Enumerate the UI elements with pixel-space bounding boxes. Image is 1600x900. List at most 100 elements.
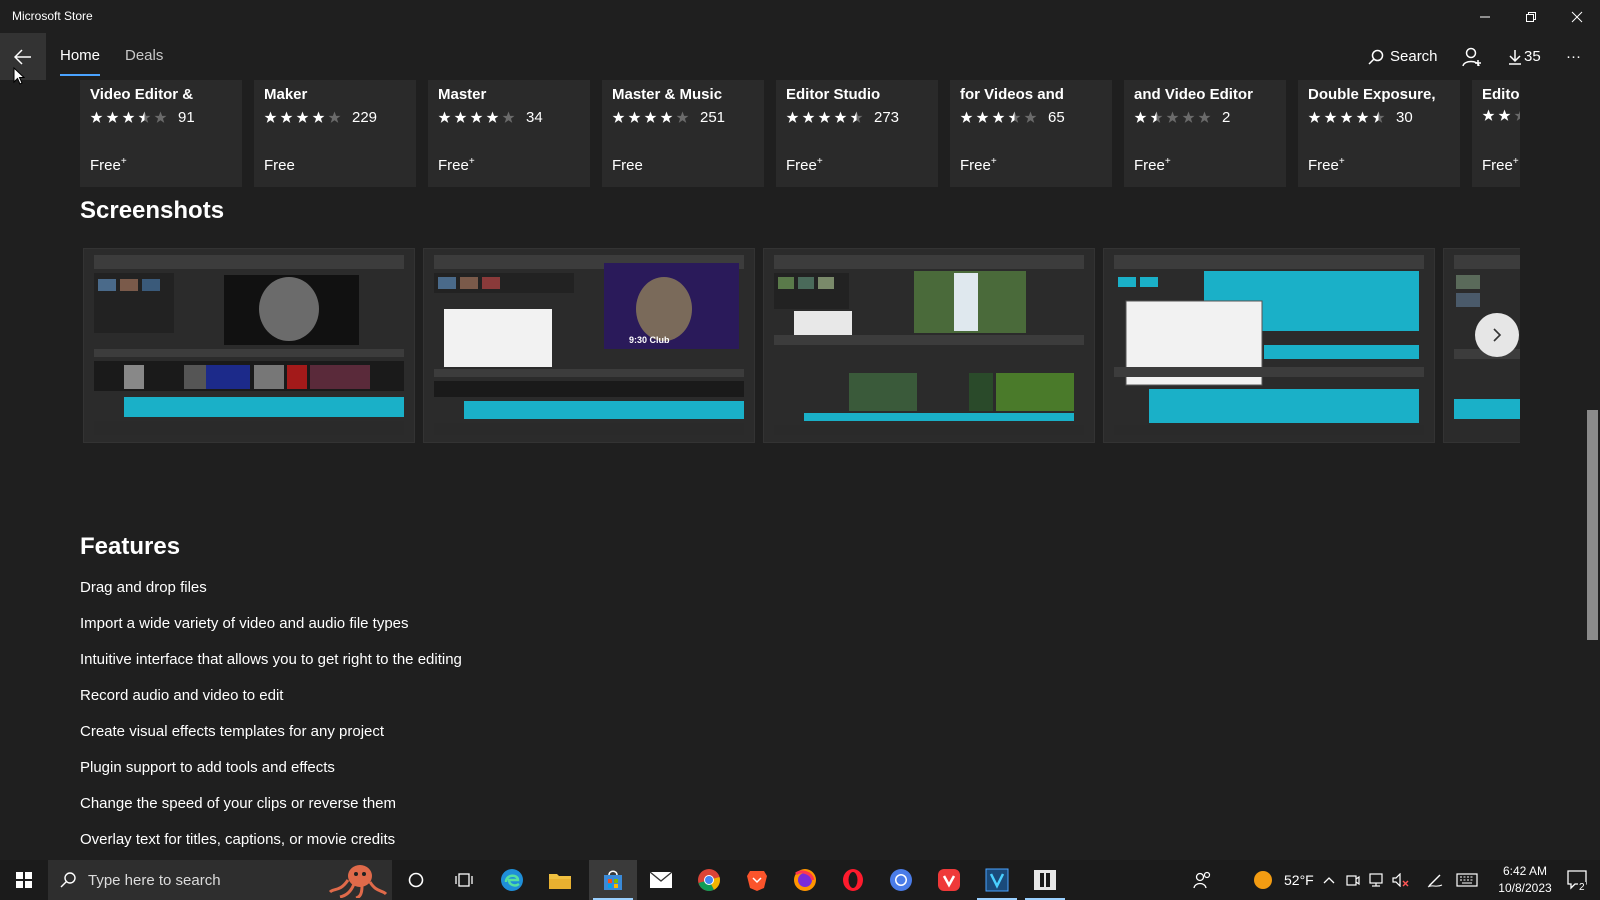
app-card-title: Double Exposure, bbox=[1308, 86, 1436, 103]
app-card[interactable]: and Video Editor 2 Free+ bbox=[1124, 80, 1286, 187]
star-icon bbox=[786, 111, 799, 123]
star-icon bbox=[1198, 111, 1211, 123]
taskbar-videopad[interactable] bbox=[981, 864, 1013, 896]
taskbar-browser[interactable] bbox=[885, 864, 917, 896]
show-hidden-icons-button[interactable] bbox=[1319, 864, 1339, 896]
pen-workspace-button[interactable] bbox=[1425, 864, 1445, 896]
star-icon bbox=[612, 111, 625, 123]
screenshots-row: 9:30 Club bbox=[80, 248, 1520, 448]
search-button[interactable]: Search bbox=[1368, 33, 1438, 80]
touch-keyboard-button[interactable] bbox=[1453, 864, 1481, 896]
network-icon bbox=[1369, 873, 1383, 887]
app-card-review-count: 34 bbox=[526, 109, 543, 126]
app-card-price-plus: + bbox=[816, 156, 823, 167]
app-window-icon bbox=[1034, 870, 1056, 890]
more-options-button[interactable]: ··· bbox=[1566, 33, 1581, 80]
page-scrollbar[interactable] bbox=[1585, 80, 1600, 860]
app-card[interactable]: Double Exposure, 30 Free+ bbox=[1298, 80, 1460, 187]
cortana-button[interactable] bbox=[400, 864, 432, 896]
app-card[interactable]: Maker 229 Free bbox=[254, 80, 416, 187]
app-card[interactable]: Master 34 Free+ bbox=[428, 80, 590, 187]
screenshot-thumbnail[interactable] bbox=[763, 248, 1095, 443]
chevron-up-icon bbox=[1323, 877, 1335, 884]
taskbar-opera[interactable] bbox=[837, 864, 869, 896]
minimize-button[interactable] bbox=[1462, 0, 1508, 33]
start-button[interactable] bbox=[8, 864, 40, 896]
star-icon bbox=[1372, 111, 1385, 123]
app-card-review-count: 65 bbox=[1048, 109, 1065, 126]
screenshot-image bbox=[764, 249, 1094, 442]
taskbar-app[interactable] bbox=[1029, 864, 1061, 896]
task-view-icon bbox=[455, 873, 473, 887]
taskbar-search-box[interactable]: Type here to search bbox=[48, 860, 392, 900]
volume-button[interactable] bbox=[1391, 864, 1411, 896]
app-card-price-text: Free bbox=[438, 157, 469, 174]
account-button[interactable] bbox=[1462, 33, 1482, 80]
app-card-price: Free+ bbox=[1134, 156, 1171, 174]
arrow-left-icon bbox=[14, 48, 31, 65]
firefox-icon bbox=[794, 869, 816, 891]
downloads-button[interactable]: 35 bbox=[1508, 33, 1541, 80]
app-card-title: and Video Editor bbox=[1134, 86, 1253, 103]
screenshot-thumbnail[interactable]: 9:30 Club bbox=[423, 248, 755, 443]
screenshot-thumbnail[interactable] bbox=[83, 248, 415, 443]
screenshots-next-button[interactable] bbox=[1475, 313, 1519, 357]
features-heading: Features bbox=[80, 533, 181, 560]
network-button[interactable] bbox=[1367, 864, 1387, 896]
feature-item: Change the speed of your clips or revers… bbox=[80, 795, 397, 812]
star-icon bbox=[438, 111, 451, 123]
app-card[interactable]: Master & Music 251 Free bbox=[602, 80, 764, 187]
app-card-title: Editor bbox=[1482, 86, 1520, 103]
mail-icon bbox=[649, 871, 673, 888]
app-card-price: Free+ bbox=[438, 156, 475, 174]
feature-item: Record audio and video to edit bbox=[80, 687, 284, 704]
taskbar-microsoft-store[interactable] bbox=[597, 864, 629, 896]
star-icon bbox=[1324, 111, 1337, 123]
keyboard-icon bbox=[1456, 873, 1478, 887]
clock[interactable]: 6:42 AM 10/8/2023 bbox=[1490, 863, 1560, 897]
people-button[interactable] bbox=[1186, 864, 1218, 896]
vivaldi-icon bbox=[938, 869, 960, 891]
taskbar-file-explorer[interactable] bbox=[544, 864, 576, 896]
opera-icon bbox=[843, 869, 863, 891]
folder-icon bbox=[549, 874, 571, 889]
app-card-rating: 229 bbox=[264, 109, 377, 126]
app-card-price: Free bbox=[264, 156, 295, 174]
tab-deals[interactable]: Deals bbox=[125, 47, 163, 64]
user-icon bbox=[1462, 47, 1481, 66]
app-card[interactable]: Video Editor & 91 Free+ bbox=[80, 80, 242, 187]
features-list: Drag and drop files Import a wide variet… bbox=[80, 580, 462, 868]
app-card-rating: 65 bbox=[960, 109, 1065, 126]
screenshot-thumbnail[interactable] bbox=[1103, 248, 1435, 443]
app-card-price-text: Free bbox=[960, 157, 991, 174]
app-card-price: Free+ bbox=[960, 156, 997, 174]
app-card[interactable]: Editor Studio 273 Free+ bbox=[776, 80, 938, 187]
app-card-price-text: Free bbox=[612, 157, 643, 174]
taskbar-brave[interactable] bbox=[741, 864, 773, 896]
taskbar-edge[interactable] bbox=[496, 864, 528, 896]
scrollbar-thumb[interactable] bbox=[1587, 410, 1598, 640]
task-view-button[interactable] bbox=[448, 864, 480, 896]
star-icon bbox=[90, 111, 103, 123]
taskbar-chrome[interactable] bbox=[693, 864, 725, 896]
star-icon bbox=[502, 111, 515, 123]
taskbar-firefox[interactable] bbox=[789, 864, 821, 896]
tab-home[interactable]: Home bbox=[60, 47, 100, 64]
download-icon bbox=[1509, 49, 1521, 65]
restore-button[interactable] bbox=[1508, 0, 1554, 33]
star-icon bbox=[486, 111, 499, 123]
close-button[interactable] bbox=[1554, 0, 1600, 33]
meet-now-button[interactable] bbox=[1343, 864, 1363, 896]
app-card[interactable]: Editor Free+ bbox=[1472, 80, 1520, 187]
windows-icon bbox=[16, 872, 32, 888]
weather-widget[interactable] bbox=[1247, 864, 1279, 896]
more-icon: ··· bbox=[1566, 48, 1581, 65]
taskbar-mail[interactable] bbox=[645, 864, 677, 896]
star-icon bbox=[834, 111, 847, 123]
app-card[interactable]: for Videos and 65 Free+ bbox=[950, 80, 1112, 187]
star-icon bbox=[1308, 111, 1321, 123]
app-card-review-count: 273 bbox=[874, 109, 900, 126]
taskbar-vivaldi[interactable] bbox=[933, 864, 965, 896]
app-card-price-plus: + bbox=[120, 156, 127, 167]
search-icon bbox=[60, 872, 76, 888]
